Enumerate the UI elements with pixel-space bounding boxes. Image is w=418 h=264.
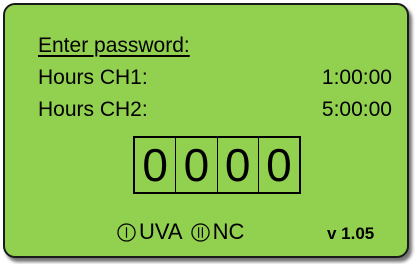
password-digit-3[interactable]: 0: [218, 138, 259, 192]
firmware-version: v 1.05: [327, 224, 375, 243]
password-prompt-title: Enter password:: [38, 34, 190, 57]
roman-two-circle-icon: [190, 222, 210, 242]
password-digit-field[interactable]: 0 0 0 0: [133, 136, 301, 194]
roman-one-circle-icon: [117, 222, 136, 242]
hours-ch1-value: 1:00:00: [321, 66, 392, 89]
hours-ch1-label: Hours CH1:: [38, 66, 148, 89]
password-digit-1[interactable]: 0: [135, 138, 177, 192]
channel-2-label: NC: [212, 219, 245, 244]
channel-legend: UVA NC: [117, 219, 244, 245]
channel-1-label: UVA: [139, 219, 183, 244]
hours-ch2-value: 5:00:00: [321, 98, 392, 121]
hours-ch2-label: Hours CH2:: [38, 98, 148, 121]
lcd-panel: Enter password: Hours CH1: 1:00:00 Hours…: [3, 3, 409, 258]
password-digit-2[interactable]: 0: [176, 138, 218, 192]
password-digit-4[interactable]: 0: [259, 138, 299, 192]
